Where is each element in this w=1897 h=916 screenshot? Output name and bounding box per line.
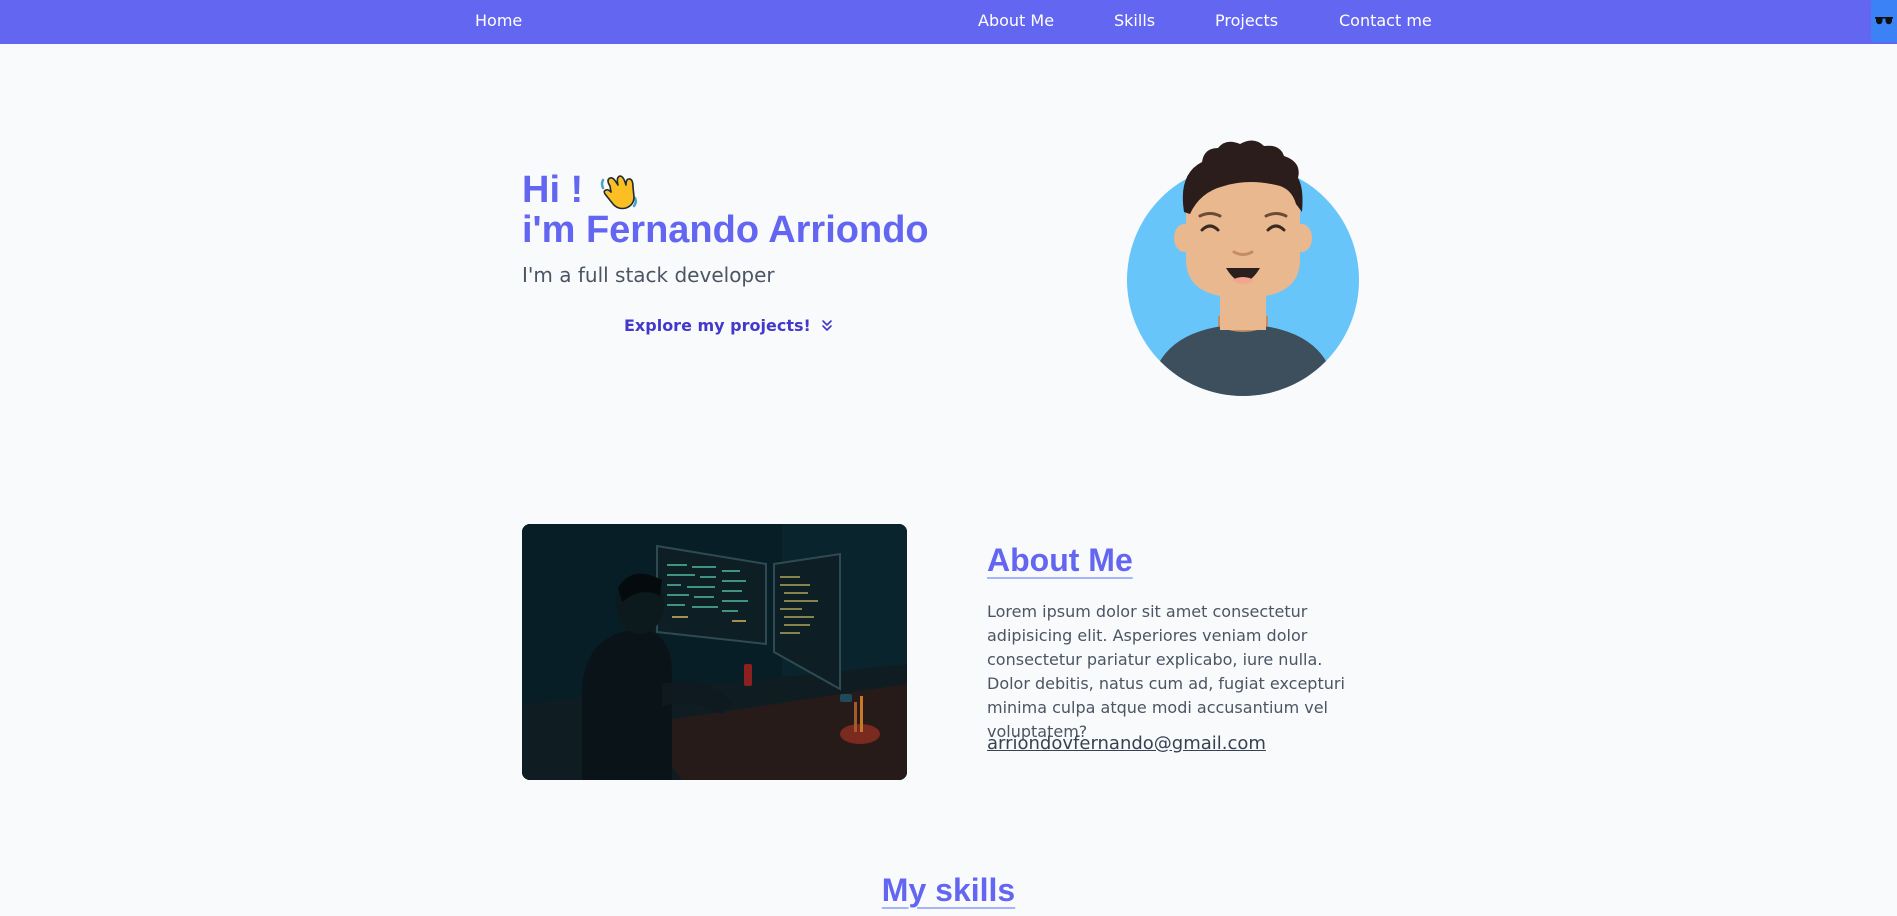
developer-workstation-image (522, 524, 907, 780)
skills-title-text: My skills (881, 872, 1016, 908)
nav-link-projects[interactable]: Projects (1215, 0, 1278, 44)
about-title: About Me (987, 542, 1133, 578)
nav-link-about[interactable]: About Me (978, 0, 1054, 44)
avatar-illustration (1127, 140, 1359, 396)
sunglasses-icon (1875, 17, 1893, 25)
theme-toggle-button[interactable] (1871, 0, 1897, 42)
explore-projects-link[interactable]: Explore my projects! (624, 316, 833, 335)
hero-greeting: Hi ! (522, 168, 641, 212)
nav-link-skills[interactable]: Skills (1114, 0, 1155, 44)
top-navbar: Home About Me Skills Projects Contact me (0, 0, 1897, 44)
explore-projects-label: Explore my projects! (624, 316, 811, 335)
about-description: Lorem ipsum dolor sit amet consectetur a… (987, 602, 1345, 741)
skills-title: My skills (0, 872, 1897, 909)
greeting-text: Hi ! (522, 169, 584, 211)
nav-link-home[interactable]: Home (475, 0, 522, 44)
hero-name-heading: i'm Fernando Arriondo (522, 209, 929, 251)
double-chevron-down-icon (821, 319, 832, 331)
waving-hand-icon (600, 175, 638, 210)
email-link[interactable]: arriondovfernando@gmail.com (987, 733, 1266, 754)
about-photo (522, 524, 907, 780)
nav-link-contact[interactable]: Contact me (1339, 0, 1432, 44)
hero-subtitle: I'm a full stack developer (522, 263, 775, 287)
